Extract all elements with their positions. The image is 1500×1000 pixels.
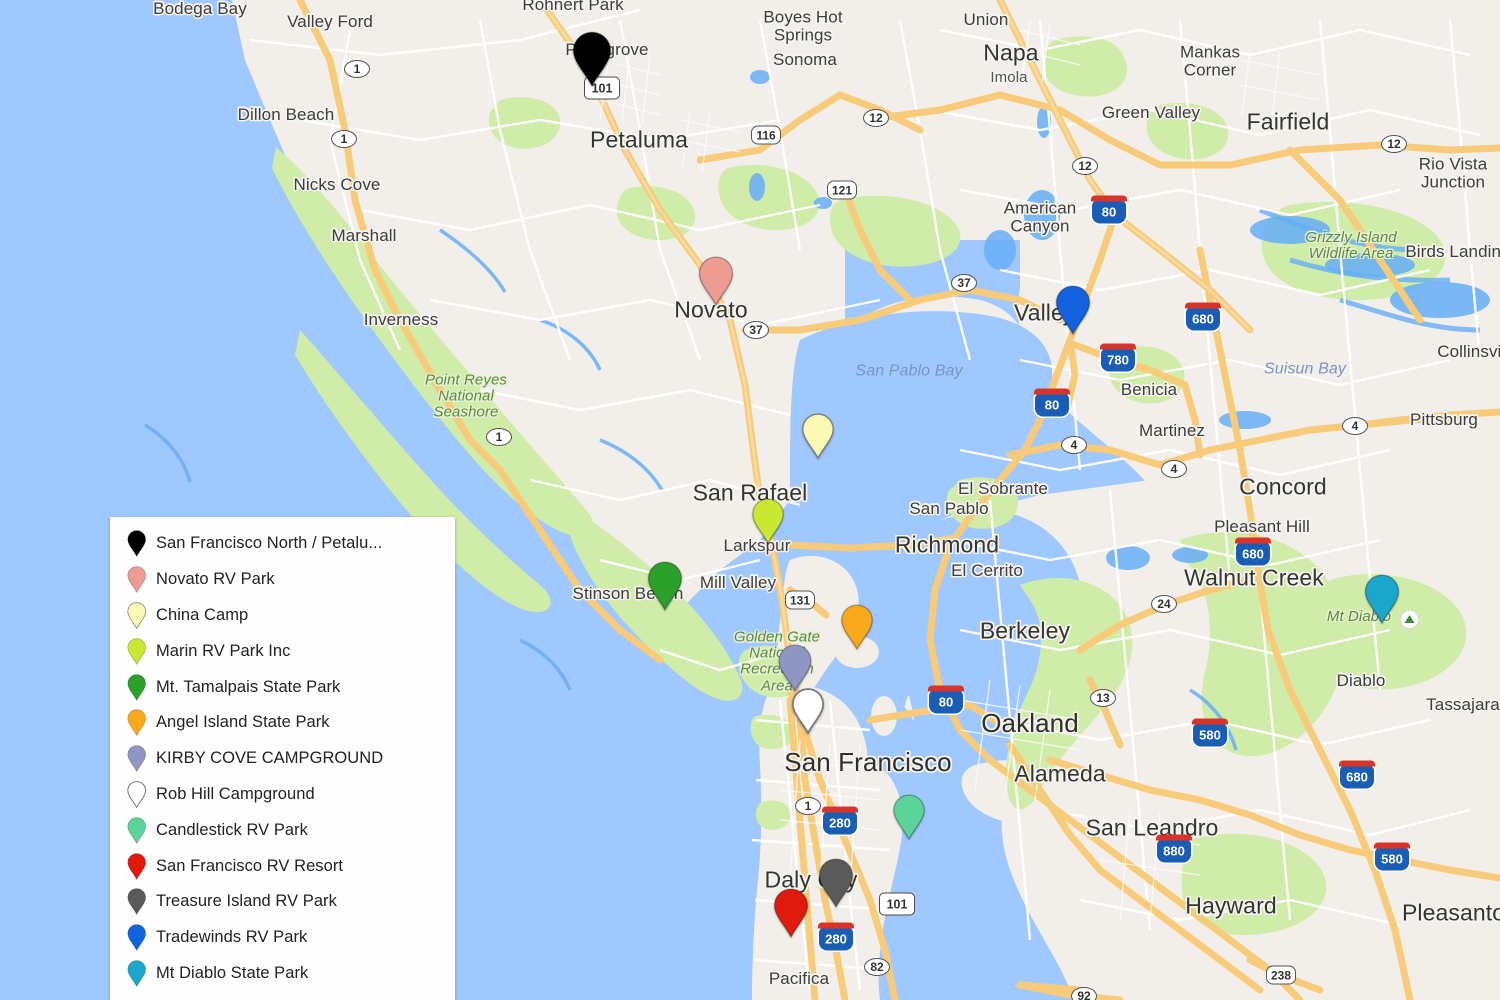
legend-item[interactable]: Angel Island State Park bbox=[110, 705, 455, 741]
map-marker-pin[interactable] bbox=[818, 858, 854, 908]
legend-marker-icon bbox=[124, 888, 150, 916]
highway-shield: 238 bbox=[1266, 965, 1296, 985]
legend-marker-icon bbox=[124, 960, 150, 987]
map-marker-pin[interactable] bbox=[751, 498, 784, 544]
highway-shield: 280 bbox=[818, 922, 854, 951]
highway-shield: 4 bbox=[1061, 436, 1087, 454]
legend-item-label: Marin RV Park Inc bbox=[156, 641, 291, 660]
highway-shield: 880 bbox=[1156, 834, 1192, 863]
legend-marker-icon bbox=[124, 745, 150, 773]
legend-item-label: Mt. Tamalpais State Park bbox=[156, 677, 341, 696]
highway-shield: 101 bbox=[879, 892, 915, 916]
legend-item[interactable]: Tradewinds RV Park bbox=[110, 920, 455, 956]
highway-shield: 121 bbox=[827, 180, 857, 200]
legend-item-label: San Francisco North / Petalu... bbox=[156, 534, 383, 553]
map-marker-pin[interactable] bbox=[647, 561, 683, 611]
legend-item[interactable]: China Camp bbox=[110, 598, 455, 634]
legend-marker-icon bbox=[124, 924, 150, 952]
map-marker-pin[interactable] bbox=[892, 794, 925, 840]
map-marker-pin[interactable] bbox=[801, 413, 834, 459]
map-marker-pin[interactable] bbox=[791, 687, 825, 734]
highway-shield: 580 bbox=[1374, 842, 1410, 871]
highway-shield: 1 bbox=[344, 60, 370, 78]
legend-item-label: Rob Hill Campground bbox=[156, 784, 315, 803]
highway-shield: 24 bbox=[1151, 595, 1177, 613]
highway-shield: 82 bbox=[864, 958, 890, 976]
map-marker-pin[interactable] bbox=[840, 604, 873, 650]
legend-item[interactable]: Marin RV Park Inc bbox=[110, 633, 455, 669]
legend-item-label: KIRBY COVE CAMPGROUND bbox=[156, 749, 384, 768]
highway-shield: 12 bbox=[1072, 157, 1098, 175]
legend-item[interactable]: Rob Hill Campground bbox=[110, 777, 455, 813]
highway-shield: 92 bbox=[1071, 987, 1097, 1000]
map-marker-pin[interactable] bbox=[1055, 285, 1091, 335]
legend-item-label: Tradewinds RV Park bbox=[156, 928, 308, 947]
highway-shield: 116 bbox=[751, 125, 781, 145]
legend-item[interactable]: San Francisco North / Petalu... bbox=[110, 526, 455, 562]
legend-marker-icon bbox=[124, 852, 150, 880]
legend-marker-icon bbox=[124, 566, 150, 594]
highway-shield: 12 bbox=[863, 109, 889, 127]
highway-shield: 680 bbox=[1339, 760, 1375, 789]
map-marker-pin[interactable] bbox=[778, 644, 813, 692]
map-marker-pin[interactable] bbox=[1364, 574, 1400, 624]
highway-shield: 37 bbox=[743, 321, 769, 339]
legend-marker-icon bbox=[124, 638, 150, 665]
highway-shield: 12 bbox=[1381, 135, 1407, 153]
highway-shield: 13 bbox=[1090, 689, 1116, 707]
legend-item[interactable]: Mt Diablo State Park bbox=[110, 956, 455, 992]
legend-marker-icon bbox=[124, 817, 150, 844]
map-legend[interactable]: San Francisco North / Petalu... Novato RV… bbox=[110, 517, 455, 1000]
highway-shield: 580 bbox=[1192, 718, 1228, 747]
legend-item-label: Candlestick RV Park bbox=[156, 820, 308, 839]
highway-shield: 1 bbox=[486, 428, 512, 446]
legend-marker-icon bbox=[124, 602, 150, 629]
legend-marker-icon bbox=[124, 709, 150, 737]
highway-shield: 80 bbox=[928, 685, 964, 714]
highway-shield: 1 bbox=[331, 130, 357, 148]
legend-marker-icon bbox=[124, 530, 150, 558]
legend-item[interactable]: Mt. Tamalpais State Park bbox=[110, 669, 455, 705]
highway-shield: 4 bbox=[1342, 417, 1368, 435]
legend-item[interactable]: KIRBY COVE CAMPGROUND bbox=[110, 741, 455, 777]
highway-shield: 4 bbox=[1161, 460, 1187, 478]
highway-shield: 37 bbox=[951, 274, 977, 292]
highway-shield: 80 bbox=[1091, 195, 1127, 224]
map-canvas[interactable]: Bodega Bay Valley Ford Dillon Beach Nicks C… bbox=[0, 0, 1500, 1000]
highway-shield: 80 bbox=[1034, 388, 1070, 417]
map-marker-pin[interactable] bbox=[572, 31, 612, 88]
legend-item-label: Novato RV Park bbox=[156, 570, 275, 589]
legend-item-label: Angel Island State Park bbox=[156, 713, 330, 732]
highway-shield: 680 bbox=[1185, 302, 1221, 331]
map-marker-pin[interactable] bbox=[698, 256, 734, 306]
legend-item[interactable]: Treasure Island RV Park bbox=[110, 884, 455, 920]
legend-item[interactable]: San Francisco RV Resort bbox=[110, 848, 455, 884]
legend-item-label: Mt Diablo State Park bbox=[156, 963, 309, 982]
legend-item[interactable]: Candlestick RV Park bbox=[110, 812, 455, 848]
legend-item-label: Treasure Island RV Park bbox=[156, 892, 337, 911]
highway-shield: 780 bbox=[1100, 343, 1136, 372]
highway-shield: 280 bbox=[822, 806, 858, 835]
legend-item-label: China Camp bbox=[156, 605, 249, 624]
map-marker-pin[interactable] bbox=[773, 888, 809, 938]
legend-marker-icon bbox=[124, 781, 150, 808]
legend-item-label: San Francisco RV Resort bbox=[156, 856, 344, 875]
highway-shield: 1 bbox=[795, 797, 821, 815]
mountain-park-icon[interactable] bbox=[1400, 610, 1419, 629]
highway-shield: 680 bbox=[1235, 537, 1271, 566]
legend-marker-icon bbox=[124, 673, 150, 701]
legend-item[interactable]: Novato RV Park bbox=[110, 562, 455, 598]
highway-shield: 131 bbox=[785, 590, 815, 610]
